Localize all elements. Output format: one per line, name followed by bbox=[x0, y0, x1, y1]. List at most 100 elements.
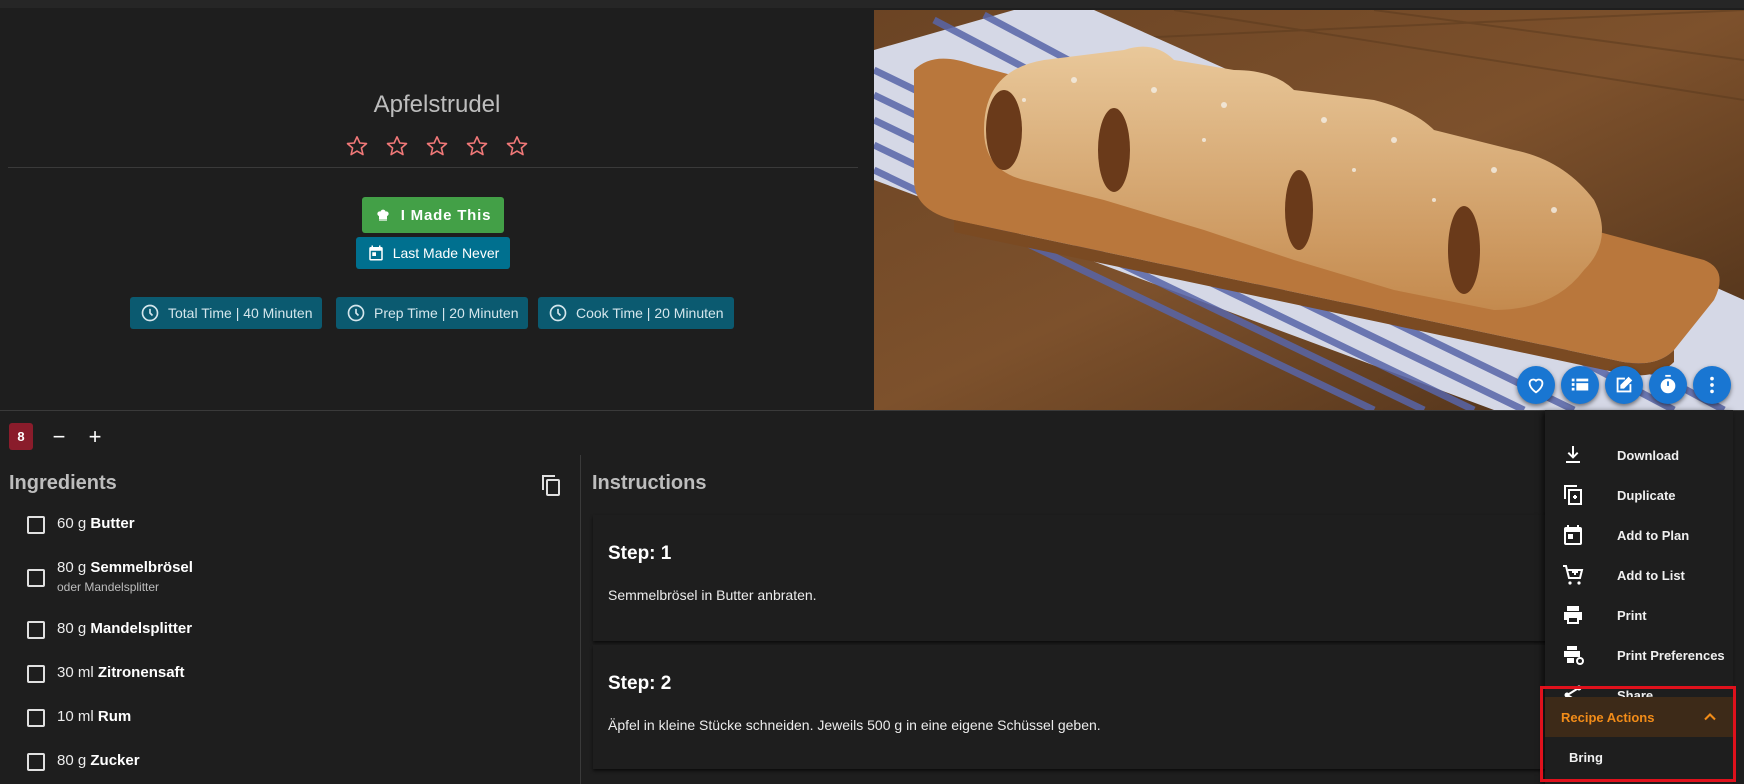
ingredient-checkbox[interactable] bbox=[27, 709, 45, 727]
column-divider bbox=[580, 455, 581, 784]
star-icon[interactable] bbox=[417, 134, 457, 162]
menu-item-label: Add to List bbox=[1617, 567, 1685, 583]
step-card[interactable]: Step: 2 Äpfel in kleine Stücke schneiden… bbox=[593, 645, 1573, 769]
menu-item-duplicate[interactable]: Duplicate bbox=[1545, 475, 1733, 515]
calendar-icon bbox=[368, 245, 383, 261]
step-title: Step: 2 bbox=[608, 673, 672, 694]
cook-time-label: Cook Time | 20 Minuten bbox=[576, 305, 724, 321]
star-icon[interactable] bbox=[497, 134, 537, 162]
ingredient-item[interactable]: 80 g Semmelbrösel oder Mandelsplitter bbox=[27, 559, 193, 594]
list-button[interactable] bbox=[1561, 366, 1599, 404]
cart-icon bbox=[1563, 565, 1584, 585]
menu-item-print[interactable]: Print bbox=[1545, 595, 1733, 635]
i-made-this-label: I Made This bbox=[400, 206, 492, 224]
menu-item-add-to-plan[interactable]: Add to Plan bbox=[1545, 515, 1733, 555]
heart-icon bbox=[1528, 378, 1544, 394]
duplicate-icon bbox=[1564, 485, 1582, 505]
timer-button[interactable] bbox=[1649, 366, 1687, 404]
step-text: Äpfel in kleine Stücke schneiden. Jeweil… bbox=[608, 717, 1101, 733]
menu-item-label: Download bbox=[1617, 447, 1680, 463]
step-title: Step: 1 bbox=[608, 543, 672, 564]
ingredient-name: Butter bbox=[90, 515, 135, 532]
ingredient-item[interactable]: 80 g Zucker bbox=[27, 752, 140, 771]
more-actions-menu: Download Duplicate Add to Plan Add to Li… bbox=[1545, 410, 1733, 784]
ingredient-checkbox[interactable] bbox=[27, 516, 45, 534]
ingredient-item[interactable]: 80 g Mandelsplitter bbox=[27, 620, 192, 639]
star-icon[interactable] bbox=[337, 134, 377, 162]
last-made-label: Last Made Never bbox=[392, 245, 500, 261]
timer-icon bbox=[1660, 374, 1676, 394]
favorite-button[interactable] bbox=[1517, 366, 1555, 404]
step-text: Semmelbrösel in Butter anbraten. bbox=[608, 587, 817, 603]
prep-time-label: Prep Time | 20 Minuten bbox=[374, 305, 519, 321]
menu-item-print-preferences[interactable]: Print Preferences bbox=[1545, 635, 1733, 675]
clock-icon bbox=[347, 304, 365, 322]
total-time-label: Total Time | 40 Minuten bbox=[168, 305, 313, 321]
instructions-title: Instructions bbox=[592, 472, 707, 494]
ingredient-amount: 10 ml bbox=[57, 708, 94, 725]
more-vert-icon bbox=[1710, 376, 1714, 394]
menu-item-label: Add to Plan bbox=[1617, 527, 1690, 543]
prep-time-chip: Prep Time | 20 Minuten bbox=[336, 297, 529, 329]
recipe-image bbox=[874, 10, 1744, 410]
ingredient-checkbox[interactable] bbox=[27, 753, 45, 771]
star-icon[interactable] bbox=[377, 134, 417, 162]
ingredient-amount: 30 ml bbox=[57, 664, 94, 681]
ingredient-name: Zucker bbox=[90, 752, 140, 769]
recipe-actions-label: Recipe Actions bbox=[1561, 709, 1655, 725]
ingredient-amount: 80 g bbox=[57, 752, 87, 769]
ingredient-name: Zitronensaft bbox=[97, 664, 185, 681]
header-divider bbox=[8, 167, 858, 168]
menu-item-download[interactable]: Download bbox=[1545, 435, 1733, 475]
chef-hat-icon bbox=[377, 209, 389, 221]
ingredient-name: Semmelbrösel bbox=[90, 559, 193, 576]
star-icon[interactable] bbox=[457, 134, 497, 162]
ingredient-item[interactable]: 30 ml Zitronensaft bbox=[27, 664, 185, 683]
ingredient-checkbox[interactable] bbox=[27, 621, 45, 639]
cook-time-chip: Cook Time | 20 Minuten bbox=[538, 297, 734, 329]
edit-button[interactable] bbox=[1605, 366, 1643, 404]
ingredient-item[interactable]: 60 g Butter bbox=[27, 515, 135, 534]
recipe-header: Apfelstrudel I Made This Last Made Never… bbox=[0, 8, 874, 410]
last-made-button[interactable]: Last Made Never bbox=[356, 237, 510, 269]
ingredient-name: Mandelsplitter bbox=[90, 620, 193, 637]
ingredient-amount: 80 g bbox=[57, 620, 87, 637]
total-time-chip: Total Time | 40 Minuten bbox=[130, 297, 323, 329]
calendar-icon bbox=[1564, 525, 1582, 545]
section-divider bbox=[0, 410, 1744, 411]
menu-item-bring[interactable]: Bring bbox=[1569, 750, 1603, 765]
ingredient-item[interactable]: 10 ml Rum bbox=[27, 708, 131, 727]
chevron-up-icon bbox=[1704, 713, 1716, 721]
recipe-title: Apfelstrudel bbox=[373, 91, 501, 118]
decrease-servings-button[interactable]: − bbox=[48, 424, 70, 449]
recipe-actions-toggle[interactable]: Recipe Actions bbox=[1545, 697, 1733, 737]
increase-servings-button[interactable]: + bbox=[84, 424, 106, 449]
rating-stars[interactable] bbox=[0, 134, 874, 162]
print-settings-icon bbox=[1564, 646, 1584, 665]
ingredient-checkbox[interactable] bbox=[27, 569, 45, 587]
clock-icon bbox=[549, 304, 567, 322]
edit-icon bbox=[1616, 376, 1633, 393]
ingredient-note: oder Mandelsplitter bbox=[57, 580, 160, 594]
menu-item-label: Print bbox=[1617, 607, 1647, 623]
menu-item-label: Print Preferences bbox=[1617, 647, 1725, 663]
copy-icon bbox=[542, 475, 560, 496]
more-button[interactable] bbox=[1693, 366, 1731, 404]
step-card[interactable]: Step: 1 Semmelbrösel in Butter anbraten. bbox=[593, 515, 1573, 641]
ingredient-amount: 80 g bbox=[57, 559, 87, 576]
ingredient-checkbox[interactable] bbox=[27, 665, 45, 683]
clock-icon bbox=[141, 304, 159, 322]
i-made-this-button[interactable]: I Made This bbox=[362, 197, 504, 233]
download-icon bbox=[1566, 446, 1580, 463]
menu-item-label: Duplicate bbox=[1617, 487, 1676, 503]
list-icon bbox=[1571, 378, 1589, 391]
top-bar bbox=[0, 0, 1744, 8]
print-icon bbox=[1564, 606, 1582, 624]
copy-ingredients-button[interactable] bbox=[539, 473, 563, 497]
ingredient-name: Rum bbox=[97, 708, 132, 725]
servings-count: 8 bbox=[9, 423, 33, 450]
menu-item-add-to-list[interactable]: Add to List bbox=[1545, 555, 1733, 595]
ingredients-title: Ingredients bbox=[9, 472, 117, 494]
ingredient-amount: 60 g bbox=[57, 515, 87, 532]
recipe-fab-row bbox=[1517, 366, 1731, 404]
